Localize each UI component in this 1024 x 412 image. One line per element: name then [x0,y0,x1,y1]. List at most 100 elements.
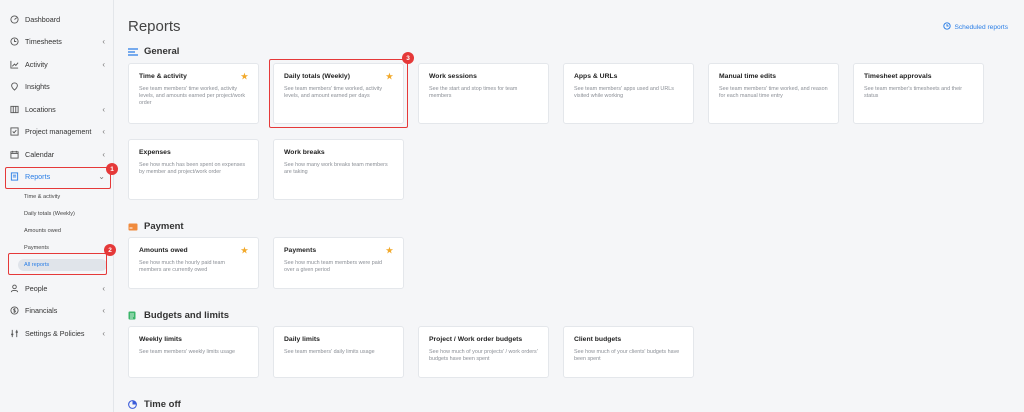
daily-totals-highlight-box [269,59,408,128]
map-icon [9,104,19,114]
sidebar-subitem-amounts-owed[interactable]: Amounts owed [0,222,113,239]
report-card-payments[interactable]: Payments ★ See how much team members were… [273,237,404,289]
reports-highlight-box [5,167,111,189]
chevron-left-icon: ‹ [102,37,105,47]
sidebar-item-people[interactable]: People ‹ [0,277,113,300]
sidebar: Dashboard Timesheets ‹ Activity ‹ Insigh… [0,0,118,412]
section-general-header: General [128,46,179,57]
card-title-row: Daily limits [284,336,393,343]
chevron-left-icon: ‹ [102,283,105,293]
sidebar-item-locations[interactable]: Locations ‹ [0,98,113,121]
report-card-daily-limits[interactable]: Daily limits See team members' daily lim… [273,326,404,378]
report-card-work-breaks[interactable]: Work breaks See how many work breaks tea… [273,139,404,200]
chevron-left-icon: ‹ [102,149,105,159]
card-title: Expenses [139,149,171,156]
report-card-weekly-limits[interactable]: Weekly limits See team members' weekly l… [128,326,259,378]
sidebar-item-activity[interactable]: Activity ‹ [0,53,113,76]
person-icon [9,283,19,293]
sidebar-item-project-management[interactable]: Project management ‹ [0,121,113,144]
report-card-project-budgets[interactable]: Project / Work order budgets See how muc… [418,326,549,378]
report-card-amounts-owed[interactable]: Amounts owed ★ See how much the hourly pa… [128,237,259,289]
card-description: See how much has been spent on expenses … [139,162,246,176]
sidebar-item-label: Calendar [25,149,55,159]
sidebar-item-label: Locations [25,104,56,114]
card-title-row: Manual time edits [719,73,828,80]
card-description: See team members' apps used and URLs vis… [574,86,674,100]
card-title-row: Timesheet approvals [864,73,973,80]
card-title-row: Expenses [139,149,248,156]
sidebar-item-label: Settings & Policies [25,328,85,338]
report-card-manual-time-edits[interactable]: Manual time edits See team members' time… [708,63,839,124]
report-card-client-budgets[interactable]: Client budgets See how much of your clie… [563,326,694,378]
sidebar-item-insights[interactable]: Insights [0,76,113,99]
page-title: Reports [128,18,181,35]
card-title: Amounts owed [139,247,188,254]
chevron-left-icon: ‹ [102,328,105,338]
sidebar-subitem-time-activity[interactable]: Time & activity [0,188,113,205]
scheduled-reports-label: Scheduled reports [954,23,1008,31]
chevron-left-icon: ‹ [102,306,105,316]
section-title: Time off [144,399,181,410]
sidebar-item-label: Dashboard [25,14,61,24]
report-card-timesheet-approvals[interactable]: Timesheet approvals See team member's ti… [853,63,984,124]
star-icon[interactable]: ★ [386,247,393,255]
card-title: Apps & URLs [574,73,618,80]
section-budgets-header: Budgets and limits [128,310,229,321]
pie-icon [128,400,138,409]
card-title: Client budgets [574,336,622,343]
main-content: Reports Scheduled reports General Time &… [114,0,1024,412]
card-description: See how much of your clients' budgets ha… [574,349,680,363]
card-description: See team members' daily limits usage [284,349,375,355]
star-icon[interactable]: ★ [241,73,248,81]
dollar-icon [9,306,19,316]
card-description: See team members' time worked, and reaso… [719,86,828,100]
chevron-left-icon: ‹ [102,127,105,137]
card-title-row: Project / Work order budgets [429,336,538,343]
card-title-row: Apps & URLs [574,73,683,80]
star-icon[interactable]: ★ [241,247,248,255]
sidebar-subitem-daily-totals[interactable]: Daily totals (Weekly) [0,205,113,222]
sidebar-item-calendar[interactable]: Calendar ‹ [0,143,113,166]
sidebar-item-label: Insights [25,82,50,92]
all-reports-highlight-box [8,253,107,275]
sidebar-item-settings-policies[interactable]: Settings & Policies ‹ [0,322,113,345]
sidebar-item-financials[interactable]: Financials ‹ [0,300,113,323]
insights-icon [9,82,19,92]
scheduled-reports-link[interactable]: Scheduled reports [943,22,1008,32]
chevron-left-icon: ‹ [102,59,105,69]
sidebar-item-label: Activity [25,59,48,69]
calendar-icon [9,149,19,159]
report-card-work-sessions[interactable]: Work sessions See the start and stop tim… [418,63,549,124]
section-payment-header: Payment [128,221,184,232]
clock-icon [9,37,19,47]
dashboard-icon [9,14,19,24]
report-card-expenses[interactable]: Expenses See how much has been spent on … [128,139,259,200]
sidebar-item-label: Project management [25,127,92,137]
card-description: See how much of your projects' / work or… [429,349,538,363]
activity-icon [9,59,19,69]
card-title: Daily limits [284,336,320,343]
card-title: Manual time edits [719,73,777,80]
card-title-row: Payments ★ [284,247,393,255]
card-title: Project / Work order budgets [429,336,523,343]
clock-icon [943,22,952,32]
report-card-apps-urls[interactable]: Apps & URLs See team members' apps used … [563,63,694,124]
card-title: Work breaks [284,149,325,156]
card-title: Work sessions [429,73,477,80]
sidebar-item-label: Financials [25,306,58,316]
card-title-row: Weekly limits [139,336,248,343]
app-root: Dashboard Timesheets ‹ Activity ‹ Insigh… [0,0,1024,412]
card-title: Payments [284,247,317,254]
card-title-row: Amounts owed ★ [139,247,248,255]
card-title: Timesheet approvals [864,73,932,80]
step-badge-3: 3 [402,52,414,64]
sidebar-item-timesheets[interactable]: Timesheets ‹ [0,31,113,54]
payment-card-icon [128,223,138,231]
card-title-row: Work sessions [429,73,538,80]
sidebar-item-dashboard[interactable]: Dashboard [0,8,113,31]
card-description: See team members' weekly limits usage [139,349,235,355]
section-title: Payment [144,221,184,232]
report-card-time-activity[interactable]: Time & activity ★ See team members' time … [128,63,259,124]
checkbox-icon [9,127,19,137]
section-title: Budgets and limits [144,310,229,321]
